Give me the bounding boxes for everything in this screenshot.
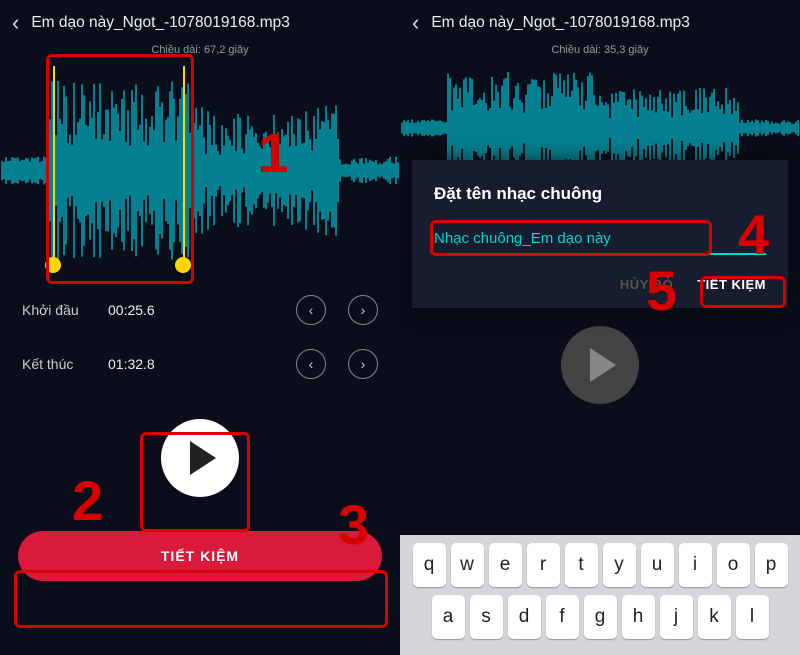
end-prev-button[interactable]: ‹ (296, 349, 326, 379)
play-button[interactable] (561, 326, 639, 404)
key-a[interactable]: a (432, 595, 465, 639)
start-label: Khởi đầu (22, 302, 92, 318)
keyboard-row-2: asdfghjkl (400, 595, 800, 639)
key-f[interactable]: f (546, 595, 579, 639)
key-t[interactable]: t (565, 543, 598, 587)
end-next-button[interactable]: › (348, 349, 378, 379)
play-area (400, 326, 800, 404)
key-p[interactable]: p (755, 543, 788, 587)
key-j[interactable]: j (660, 595, 693, 639)
duration-label: Chiều dài: 67,2 giây (0, 44, 400, 56)
rename-dialog: Đặt tên nhạc chuông HỦY BỎ TIẾT KIỆM (412, 160, 788, 308)
back-icon[interactable]: ‹ (412, 10, 419, 36)
trim-start-dot[interactable] (45, 257, 61, 273)
trim-start-handle[interactable] (53, 66, 55, 265)
key-k[interactable]: k (698, 595, 731, 639)
end-value: 01:32.8 (108, 356, 274, 372)
save-button[interactable]: TIẾT KIỆM (18, 531, 382, 581)
key-w[interactable]: w (451, 543, 484, 587)
ringtone-name-input[interactable] (434, 226, 766, 255)
key-r[interactable]: r (527, 543, 560, 587)
key-q[interactable]: q (413, 543, 446, 587)
dialog-title: Đặt tên nhạc chuông (434, 184, 766, 204)
trim-end-handle[interactable] (183, 66, 185, 265)
key-g[interactable]: g (584, 595, 617, 639)
key-l[interactable]: l (736, 595, 769, 639)
play-area (0, 419, 400, 497)
key-y[interactable]: y (603, 543, 636, 587)
key-e[interactable]: e (489, 543, 522, 587)
keyboard: qwertyuiop asdfghjkl (400, 535, 800, 655)
trim-end-dot[interactable] (175, 257, 191, 273)
end-row: Kết thúc 01:32.8 ‹ › (0, 337, 400, 391)
key-d[interactable]: d (508, 595, 541, 639)
play-icon (590, 348, 616, 382)
start-prev-button[interactable]: ‹ (296, 295, 326, 325)
dialog-actions: HỦY BỎ TIẾT KIỆM (434, 277, 766, 292)
key-h[interactable]: h (622, 595, 655, 639)
key-i[interactable]: i (679, 543, 712, 587)
end-label: Kết thúc (22, 356, 92, 372)
file-title: Em dạo này_Ngot_-1078019168.mp3 (431, 14, 788, 32)
back-icon[interactable]: ‹ (12, 10, 19, 36)
header: ‹ Em dạo này_Ngot_-1078019168.mp3 (0, 0, 400, 42)
start-row: Khởi đầu 00:25.6 ‹ › (0, 283, 400, 337)
duration-label: Chiều dài: 35,3 giây (400, 44, 800, 56)
key-u[interactable]: u (641, 543, 674, 587)
key-s[interactable]: s (470, 595, 503, 639)
file-title: Em dạo này_Ngot_-1078019168.mp3 (31, 14, 388, 32)
waveform-svg (0, 58, 400, 283)
screen-right: ‹ Em dạo này_Ngot_-1078019168.mp3 Chiều … (400, 0, 800, 655)
screen-left: ‹ Em dạo này_Ngot_-1078019168.mp3 Chiều … (0, 0, 400, 655)
keyboard-row-1: qwertyuiop (400, 543, 800, 587)
play-icon (190, 441, 216, 475)
start-value: 00:25.6 (108, 302, 274, 318)
waveform-area[interactable] (0, 58, 400, 283)
key-o[interactable]: o (717, 543, 750, 587)
start-next-button[interactable]: › (348, 295, 378, 325)
cancel-button[interactable]: HỦY BỎ (620, 277, 673, 292)
dialog-save-button[interactable]: TIẾT KIỆM (697, 277, 766, 292)
play-button[interactable] (161, 419, 239, 497)
header: ‹ Em dạo này_Ngot_-1078019168.mp3 (400, 0, 800, 42)
